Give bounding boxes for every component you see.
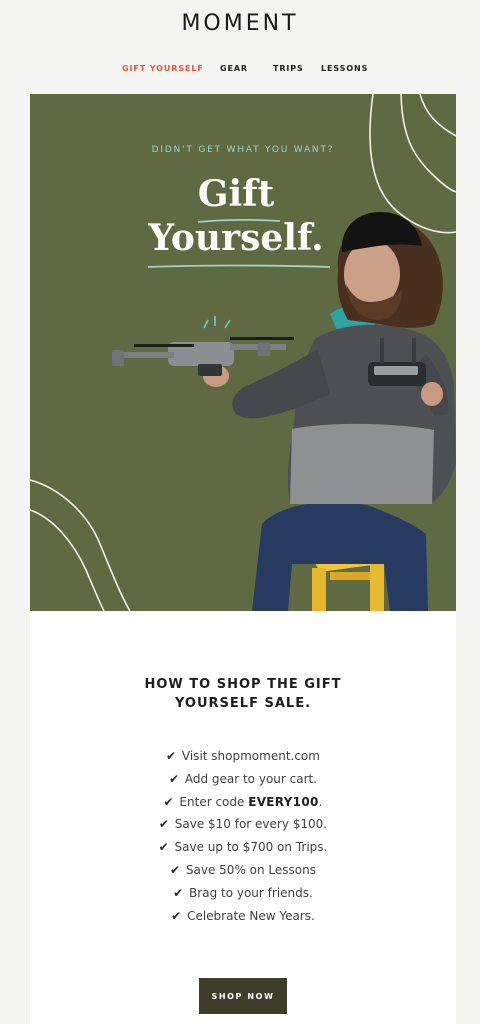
step-text: Add gear to your cart. [184,771,318,786]
list-item: ✔ Enter code EVERY100. [30,791,456,814]
hero-headline: Gift Yourself. [126,172,346,260]
step-text: Enter code [179,794,245,809]
heading-line-1: HOW TO SHOP THE GIFT [144,677,342,692]
section-heading: HOW TO SHOP THE GIFT YOURSELF SALE. [30,675,456,713]
checkmark-icon: ✔ [158,840,169,855]
step-text[interactable]: Visit shopmoment.com [182,749,320,763]
moment-logo[interactable]: MOMENT [0,11,480,36]
drone [112,316,294,376]
promo-code: EVERY100 [248,794,319,809]
step-text: Save 50% on Lessons [185,862,316,877]
hero-banner[interactable]: DIDN'T GET WHAT YOU WANT? Gift Yourself. [30,94,456,611]
step-text: Brag to your friends. [189,885,313,900]
list-item: ✔ Save up to $700 on Trips. [30,836,456,859]
email-header: MOMENT GIFT YOURSELF GEAR TRIPS LESSONS [0,0,480,94]
nav-gear[interactable]: GEAR [220,64,248,73]
main-nav: GIFT YOURSELF GEAR TRIPS LESSONS [0,64,480,78]
checkmark-icon: ✔ [163,794,174,809]
checkmark-icon: ✔ [173,885,184,900]
hero-eyebrow: DIDN'T GET WHAT YOU WANT? [151,145,335,155]
person-with-drone [203,212,456,611]
headline-line-1: Gift [197,173,275,215]
list-item: ✔ Brag to your friends. [30,882,456,905]
nav-lessons[interactable]: LESSONS [321,64,368,73]
list-item: ✔ Add gear to your cart. [30,768,456,791]
step-text: Save up to $700 on Trips. [174,840,328,855]
list-item: ✔ Celebrate New Years. [30,905,456,928]
headline-line-2: Yourself. [148,217,324,259]
list-item: ✔ Save 50% on Lessons [30,859,456,882]
instructions-panel: HOW TO SHOP THE GIFT YOURSELF SALE. ✔ Vi… [30,611,456,1024]
step-text: Celebrate New Years. [187,908,315,923]
list-item: ✔ Visit shopmoment.com [30,745,456,768]
checkmark-icon: ✔ [171,908,182,923]
checkmark-icon: ✔ [158,817,169,832]
steps-list: ✔ Visit shopmoment.com ✔ Add gear to you… [30,745,456,927]
step-suffix: . [318,794,323,809]
list-item: ✔ Save $10 for every $100. [30,813,456,836]
checkmark-icon: ✔ [166,749,177,763]
step-text: Save $10 for every $100. [174,817,328,832]
shop-now-button[interactable]: SHOP NOW [199,978,287,1014]
checkmark-icon: ✔ [168,771,179,786]
nav-gift-yourself[interactable]: GIFT YOURSELF [122,64,204,73]
checkmark-icon: ✔ [170,862,181,877]
nav-trips[interactable]: TRIPS [273,64,304,73]
heading-line-2: YOURSELF SALE. [174,696,312,711]
